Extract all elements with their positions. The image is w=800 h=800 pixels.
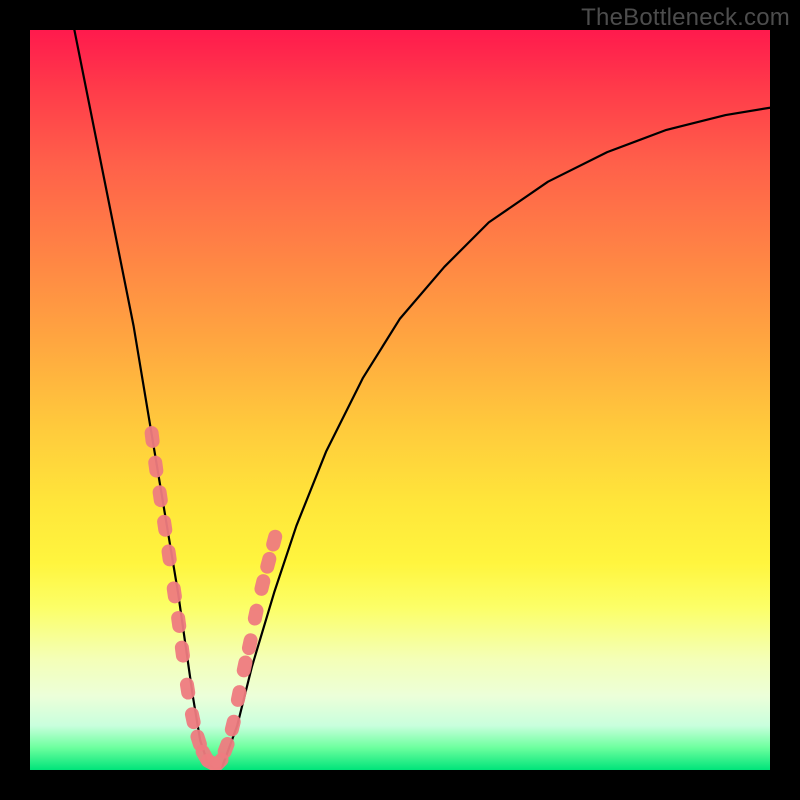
- marker-point: [184, 706, 202, 730]
- marker-point: [265, 528, 284, 553]
- watermark-text: TheBottleneck.com: [581, 4, 790, 32]
- marker-point: [235, 654, 253, 678]
- curve-svg: [30, 30, 770, 770]
- marker-point: [152, 484, 169, 508]
- marker-point: [147, 455, 164, 479]
- chart-frame: TheBottleneck.com: [0, 0, 800, 800]
- marker-point: [144, 425, 161, 449]
- marker-point: [247, 602, 265, 626]
- marker-point: [170, 610, 187, 634]
- marker-point: [166, 581, 183, 605]
- plot-area: [30, 30, 770, 770]
- marker-point: [253, 573, 272, 598]
- marker-point: [259, 550, 278, 575]
- marker-point: [174, 640, 191, 664]
- marker-point: [179, 677, 196, 701]
- marker-point: [156, 514, 173, 538]
- marker-point: [230, 684, 248, 708]
- marker-point: [161, 544, 178, 568]
